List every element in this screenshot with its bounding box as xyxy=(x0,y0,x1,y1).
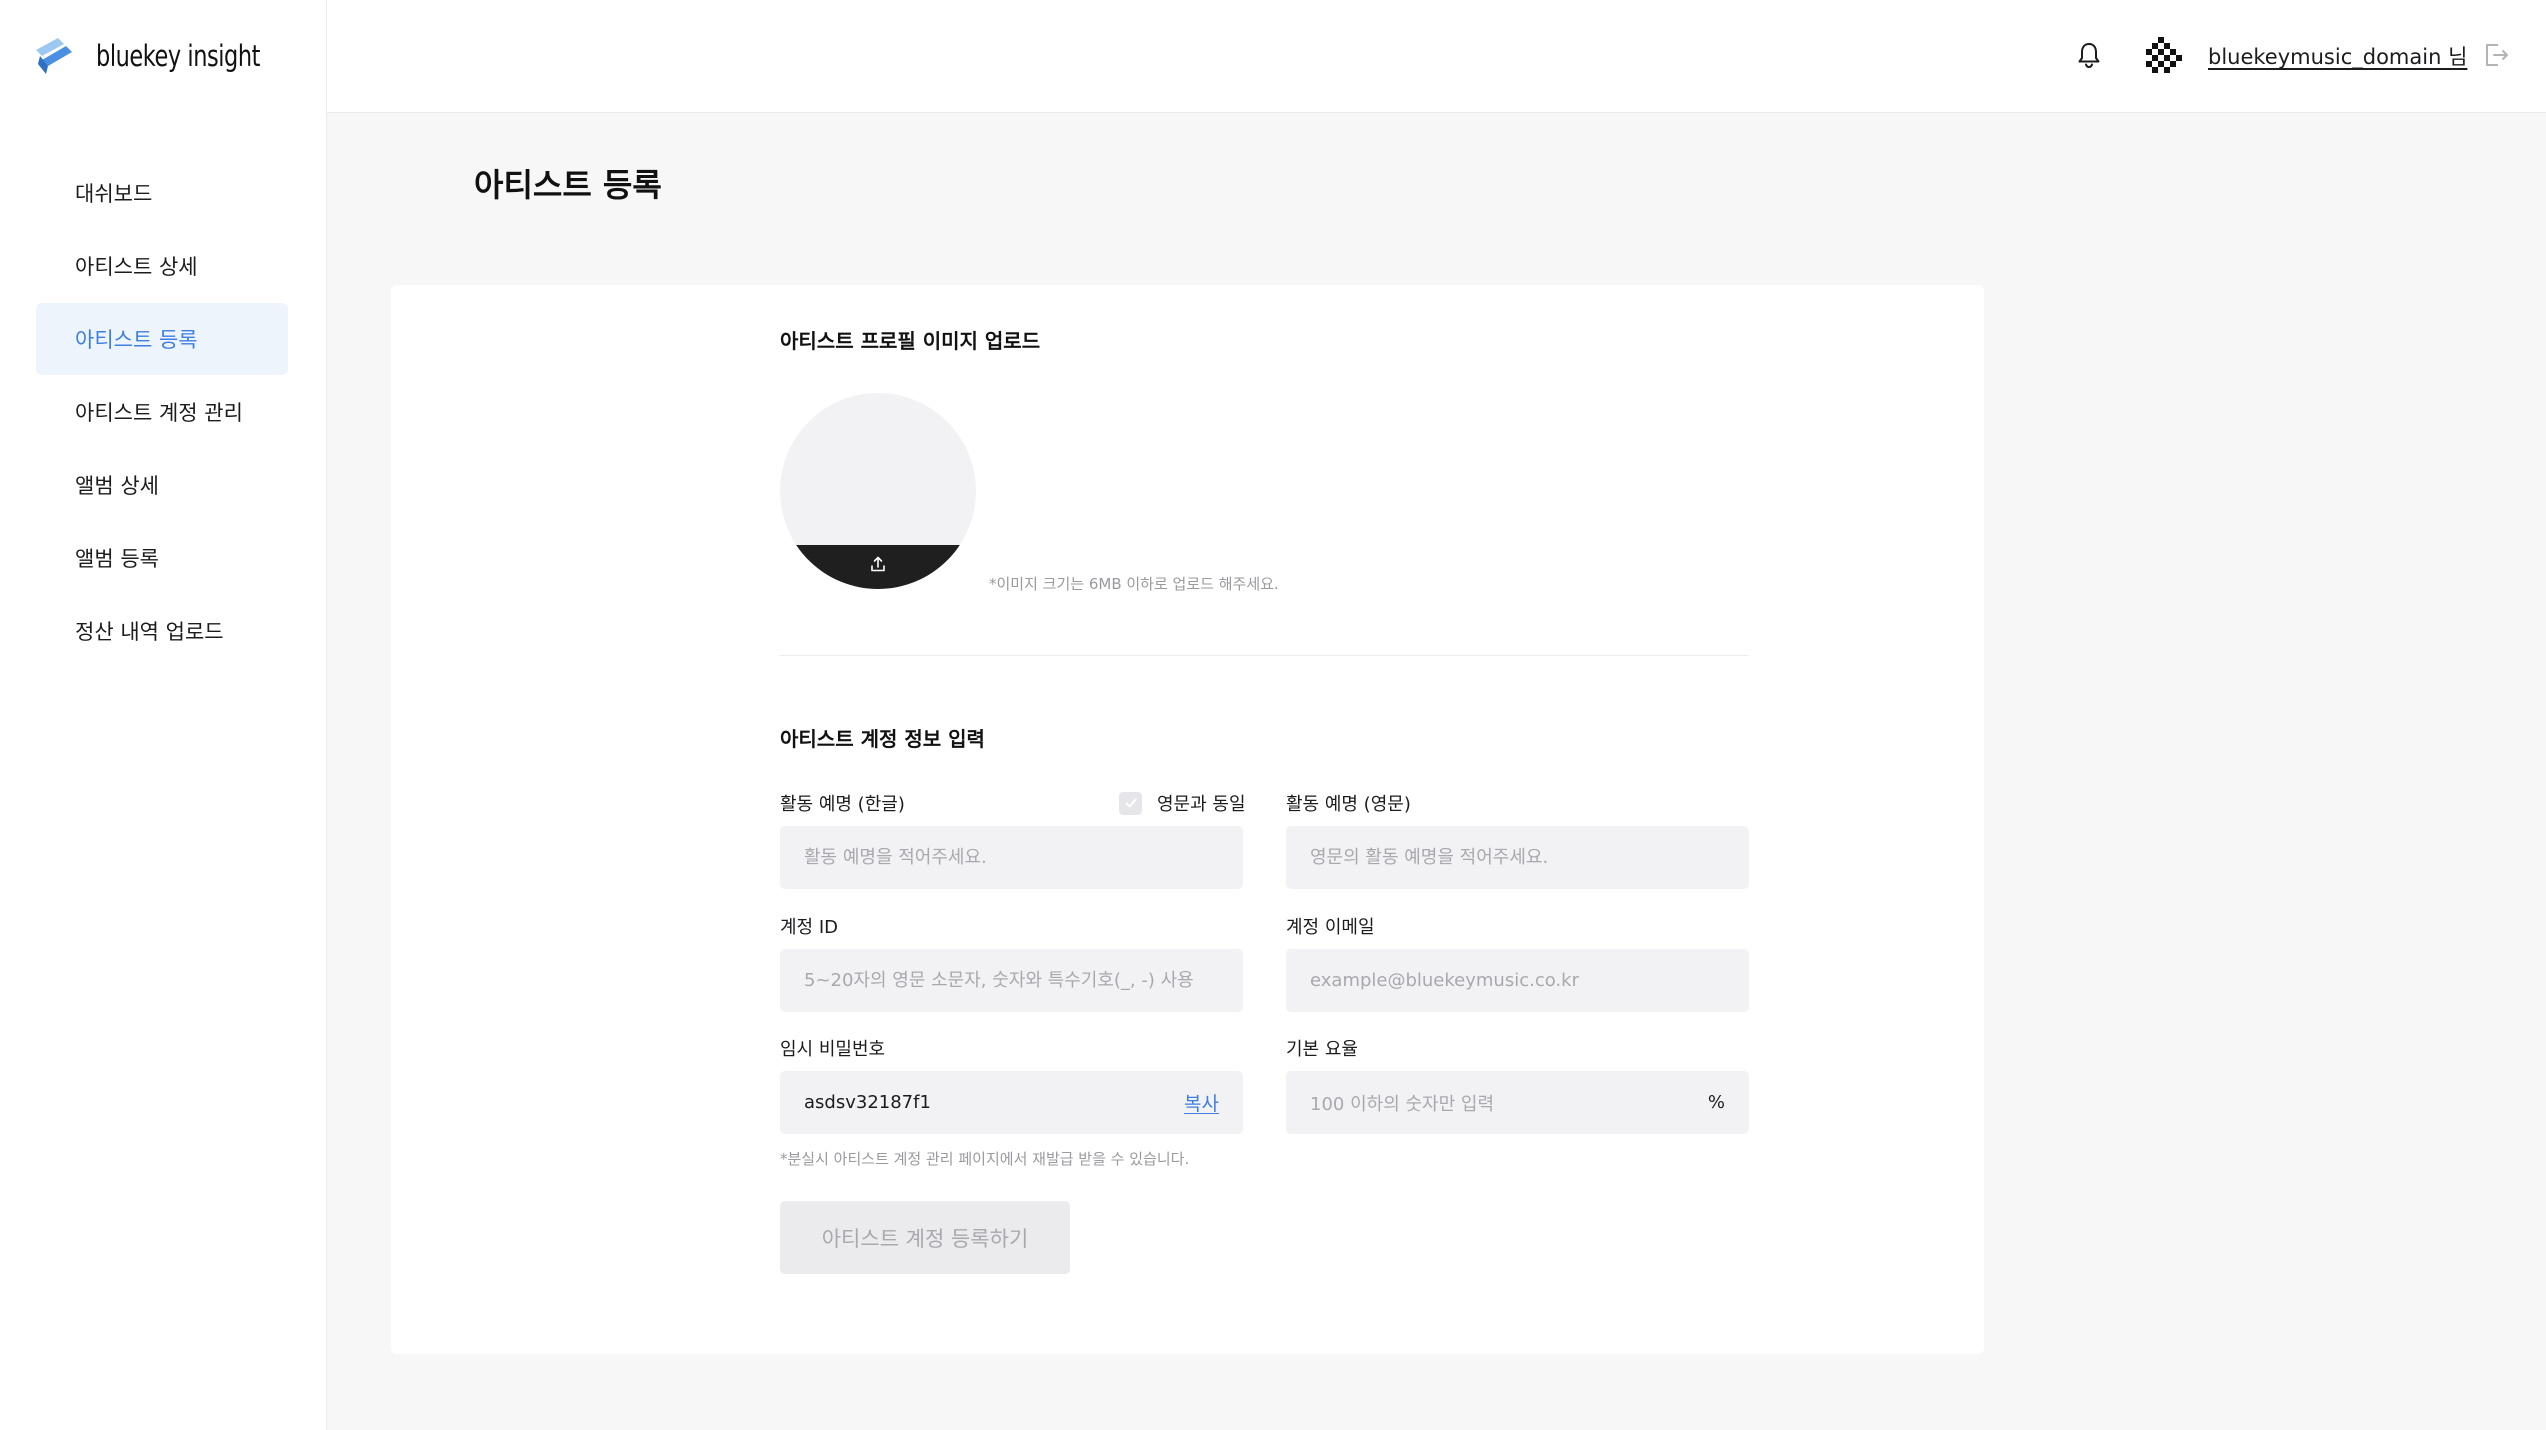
password-help-note: *분실시 아티스트 계정 관리 페이지에서 재발급 받을 수 있습니다. xyxy=(780,1150,1190,1168)
section-divider xyxy=(780,655,1748,656)
avatar[interactable] xyxy=(2144,35,2184,75)
sidebar-item-label: 아티스트 등록 xyxy=(75,328,198,352)
sidebar-item-album-detail[interactable]: 앨범 상세 xyxy=(36,449,288,521)
sidebar-item-label: 앨범 상세 xyxy=(75,474,159,498)
sidebar-item-artist-register[interactable]: 아티스트 등록 xyxy=(36,303,288,375)
app-root: bluekey insight 대쉬보드 아티스트 상세 아티스트 등록 아티스… xyxy=(0,0,2546,1430)
account-id-label: 계정 ID xyxy=(780,917,839,938)
sidebar-item-dashboard[interactable]: 대쉬보드 xyxy=(36,157,288,229)
name-ko-label: 활동 예명 (한글) xyxy=(780,794,905,815)
name-en-input[interactable] xyxy=(1286,826,1749,889)
account-id-input[interactable] xyxy=(780,949,1243,1012)
upload-bar[interactable] xyxy=(780,545,976,589)
sidebar-item-label: 아티스트 상세 xyxy=(75,255,198,279)
page-title: 아티스트 등록 xyxy=(474,166,662,204)
percent-unit: % xyxy=(1707,1092,1725,1113)
sidebar-item-settlement-upload[interactable]: 정산 내역 업로드 xyxy=(36,595,288,667)
register-artist-account-button[interactable]: 아티스트 계정 등록하기 xyxy=(780,1201,1070,1274)
base-rate-field[interactable]: 100 이하의 숫자만 입력 % xyxy=(1286,1071,1749,1134)
sidebar-item-label: 정산 내역 업로드 xyxy=(75,620,224,644)
logout-icon[interactable] xyxy=(2481,40,2511,70)
checkbox-label: 영문과 동일 xyxy=(1157,794,1246,815)
temp-password-field: asdsv32187f1 복사 xyxy=(780,1071,1243,1134)
bell-icon[interactable] xyxy=(2074,40,2104,70)
sidebar-item-album-register[interactable]: 앨범 등록 xyxy=(36,522,288,594)
sidebar-item-label: 대쉬보드 xyxy=(75,182,153,206)
sidebar-item-artist-detail[interactable]: 아티스트 상세 xyxy=(36,230,288,302)
logo[interactable]: bluekey insight xyxy=(34,36,287,76)
temp-password-value: asdsv32187f1 xyxy=(804,1092,931,1113)
temp-password-label: 임시 비밀번호 xyxy=(780,1039,886,1060)
account-section-title: 아티스트 계정 정보 입력 xyxy=(780,727,985,751)
profile-image-uploader[interactable] xyxy=(780,393,976,589)
account-email-input[interactable] xyxy=(1286,949,1749,1012)
check-icon xyxy=(1125,798,1136,808)
account-email-label: 계정 이메일 xyxy=(1286,917,1375,938)
base-rate-label: 기본 요율 xyxy=(1286,1039,1358,1060)
register-card xyxy=(391,285,1984,1354)
bluekey-logo-icon xyxy=(36,38,72,74)
upload-size-note: *이미지 크기는 6MB 이하로 업로드 해주세요. xyxy=(989,575,1279,593)
name-en-label: 활동 예명 (영문) xyxy=(1286,794,1411,815)
sidebar-nav: 대쉬보드 아티스트 상세 아티스트 등록 아티스트 계정 관리 앨범 상세 앨범… xyxy=(36,157,288,668)
base-rate-placeholder[interactable]: 100 이하의 숫자만 입력 xyxy=(1310,1090,1494,1116)
checkbox-box[interactable] xyxy=(1119,791,1142,815)
profile-section-title: 아티스트 프로필 이미지 업로드 xyxy=(780,329,1041,353)
sidebar-item-label: 아티스트 계정 관리 xyxy=(75,401,243,425)
user-name-link[interactable]: bluekeymusic_domain 님 xyxy=(2208,41,2467,71)
upload-icon xyxy=(871,556,885,572)
copy-password-link[interactable]: 복사 xyxy=(1184,1089,1219,1116)
sidebar-item-artist-account-management[interactable]: 아티스트 계정 관리 xyxy=(36,376,288,448)
sidebar: bluekey insight 대쉬보드 아티스트 상세 아티스트 등록 아티스… xyxy=(0,0,327,1430)
name-ko-input[interactable] xyxy=(780,826,1243,889)
sidebar-item-label: 앨범 등록 xyxy=(75,547,159,571)
same-as-english-checkbox[interactable]: 영문과 동일 xyxy=(1119,790,1246,816)
logo-text: bluekey insight xyxy=(96,39,261,73)
